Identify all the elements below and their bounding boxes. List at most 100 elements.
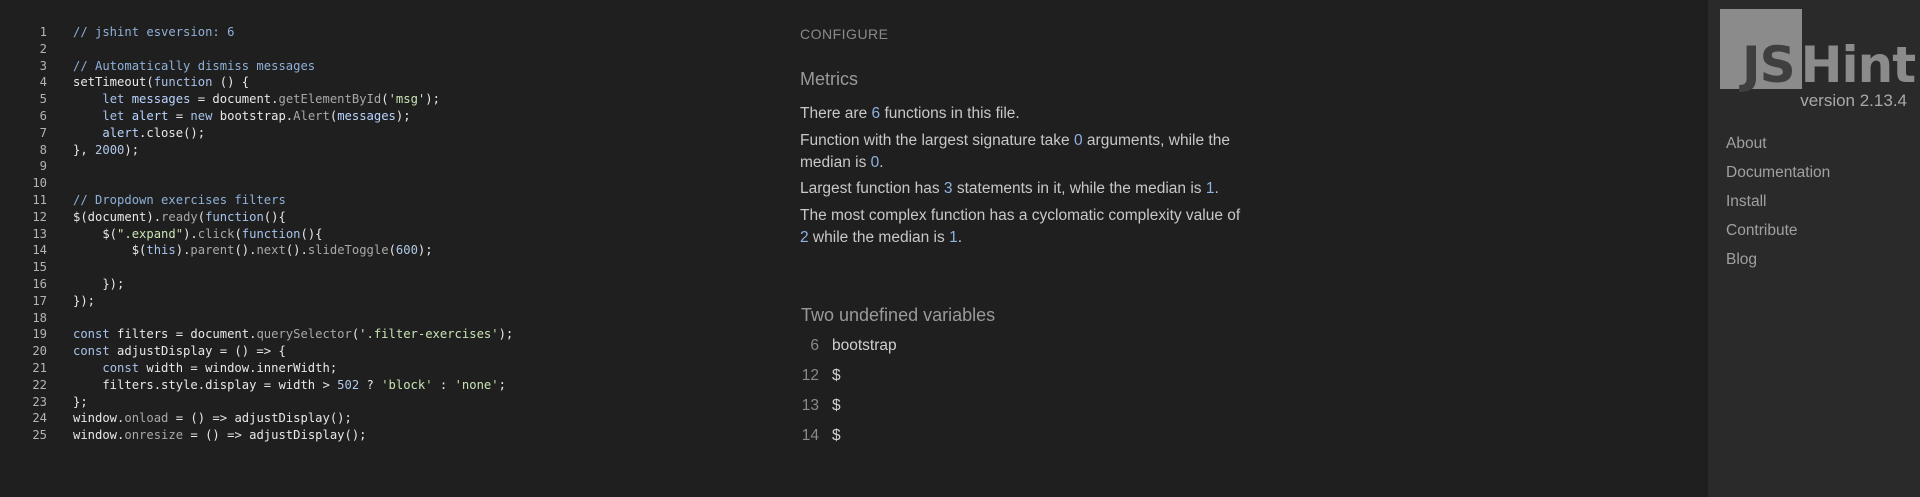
code-text: // jshint esversion: 6 xyxy=(73,25,235,39)
code-line[interactable]: 19 const filters = document.querySelector… xyxy=(0,326,770,343)
line-number: 15 xyxy=(32,260,47,275)
code-text: $(".expand").click(function(){ xyxy=(73,226,323,241)
undefined-variable-name: $ xyxy=(832,367,841,384)
line-number: 12 xyxy=(32,209,47,224)
code-text: }, 2000); xyxy=(73,142,140,157)
undefined-variable-row[interactable]: 13 $ xyxy=(800,395,841,417)
line-number: 22 xyxy=(32,377,47,392)
code-text: window.onresize = () => adjustDisplay(); xyxy=(73,428,367,443)
code-line[interactable]: 5 let messages = document.getElementById… xyxy=(0,91,770,108)
line-number: 2 xyxy=(39,41,47,56)
code-line[interactable]: 15 xyxy=(0,259,770,276)
code-line[interactable]: 21 const width = window.innerWidth; xyxy=(0,360,770,377)
code-line[interactable]: 8 }, 2000); xyxy=(0,142,770,159)
metrics-heading: Metrics xyxy=(800,69,858,89)
code-line[interactable]: 16 }); xyxy=(0,276,770,293)
code-text: $(document).ready(function(){ xyxy=(73,209,286,224)
metric-statements: Largest function has 3 statements in it,… xyxy=(800,180,1219,197)
line-number: 16 xyxy=(32,276,47,291)
code-line[interactable]: 11 // Dropdown exercises filters xyxy=(0,192,770,209)
code-line[interactable]: 6 let alert = new bootstrap.Alert(messag… xyxy=(0,108,770,125)
sidebar: JS Hint version 2.13.4 About Documentatio… xyxy=(1708,0,1920,497)
line-number: 4 xyxy=(39,75,47,90)
code-line[interactable]: 23}; xyxy=(0,394,770,411)
code-text: let messages = document.getElementById('… xyxy=(102,92,440,107)
undefined-variable-row[interactable]: 12 $ xyxy=(800,365,841,387)
metric-function-count: There are 6 functions in this file. xyxy=(800,105,1020,122)
nav-about[interactable]: About xyxy=(1726,133,1830,162)
code-text: // Automatically dismiss messages xyxy=(73,58,316,73)
code-text: }); xyxy=(73,293,96,308)
version-label: version 2.13.4 xyxy=(1800,91,1907,110)
code-text: // Dropdown exercises filters xyxy=(73,192,286,207)
line-number: 11 xyxy=(32,192,47,207)
undefined-variables-heading: Two undefined variables xyxy=(801,305,996,325)
undefined-variable-row[interactable]: 14 $ xyxy=(800,425,841,447)
undefined-line-number[interactable]: 13 xyxy=(800,395,819,417)
nav-install[interactable]: Install xyxy=(1726,191,1830,220)
code-line[interactable]: 7 alert.close(); xyxy=(0,125,770,142)
code-line[interactable]: 12 $(document).ready(function(){ xyxy=(0,209,770,226)
line-number: 17 xyxy=(32,293,47,308)
line-number: 9 xyxy=(39,159,47,174)
undefined-variable-name: $ xyxy=(832,397,841,414)
metric-complexity: The most complex function has a cyclomat… xyxy=(800,207,1241,246)
code-editor[interactable]: 1// jshint esversion: 6 2 3// Automaticall… xyxy=(0,24,770,444)
code-line[interactable]: 20 const adjustDisplay = () => { xyxy=(0,343,770,360)
nav-blog[interactable]: Blog xyxy=(1726,249,1830,278)
code-text: $(this).parent().next().slideToggle(600)… xyxy=(73,243,433,258)
line-number: 7 xyxy=(39,125,47,140)
configure-link[interactable]: CONFIGURE xyxy=(800,26,889,42)
code-line[interactable]: 22 filters.style.display = width > 502 ?… xyxy=(0,377,770,394)
line-number: 14 xyxy=(32,243,47,258)
code-text: setTimeout(function () { xyxy=(73,75,250,90)
undefined-variable-name: $ xyxy=(832,427,841,444)
line-number: 24 xyxy=(32,411,47,426)
code-text: }; xyxy=(73,394,88,409)
undefined-variable-row[interactable]: 6 bootstrap xyxy=(800,335,897,357)
code-text: alert.close(); xyxy=(102,125,206,140)
undefined-variable-name: bootstrap xyxy=(832,337,897,354)
line-number: 6 xyxy=(39,108,47,123)
code-line[interactable]: 24 window.onload = () => adjustDisplay(); xyxy=(0,410,770,427)
line-number: 1 xyxy=(39,25,47,39)
code-line[interactable]: 17}); xyxy=(0,293,770,310)
code-line[interactable]: 1 // jshint esversion: 6 xyxy=(0,24,770,41)
code-line[interactable]: 14 $(this).parent().next().slideToggle(6… xyxy=(0,242,770,259)
code-line[interactable]: 13 $(".expand").click(function(){ xyxy=(0,226,770,243)
line-number: 5 xyxy=(39,92,47,107)
code-text: const filters = document.querySelector('… xyxy=(73,327,514,342)
line-number: 8 xyxy=(39,142,47,157)
code-line[interactable]: 10 xyxy=(0,175,770,192)
code-line[interactable]: 2 xyxy=(0,41,770,58)
code-line[interactable]: 3 // Automatically dismiss messages xyxy=(0,58,770,75)
line-number: 3 xyxy=(39,58,47,73)
code-line[interactable]: 4 setTimeout(function () { xyxy=(0,74,770,91)
code-line[interactable]: 25 window.onresize = () => adjustDisplay(… xyxy=(0,427,770,444)
code-text: const adjustDisplay = () => { xyxy=(73,344,286,359)
code-text: let alert = new bootstrap.Alert(messages… xyxy=(102,108,411,123)
nav-documentation[interactable]: Documentation xyxy=(1726,162,1830,191)
line-number: 23 xyxy=(32,394,47,409)
code-line[interactable]: 18 xyxy=(0,310,770,327)
undefined-line-number[interactable]: 6 xyxy=(800,335,819,357)
code-line[interactable]: 9 xyxy=(0,158,770,175)
code-text: }); xyxy=(73,276,125,291)
line-number: 19 xyxy=(32,327,47,342)
metric-signature: Function with the largest signature take… xyxy=(800,132,1230,171)
code-text: window.onload = () => adjustDisplay(); xyxy=(73,411,352,426)
sidebar-nav: About Documentation Install Contribute B… xyxy=(1726,133,1830,278)
undefined-line-number[interactable]: 14 xyxy=(800,425,819,447)
undefined-line-number[interactable]: 12 xyxy=(800,365,819,387)
jshint-logo-text[interactable]: JS Hint xyxy=(1742,40,1916,90)
line-number: 21 xyxy=(32,360,47,375)
line-number: 25 xyxy=(32,428,47,443)
nav-contribute[interactable]: Contribute xyxy=(1726,220,1830,249)
code-text: filters.style.display = width > 502 ? 'b… xyxy=(73,377,506,392)
line-number: 20 xyxy=(32,344,47,359)
